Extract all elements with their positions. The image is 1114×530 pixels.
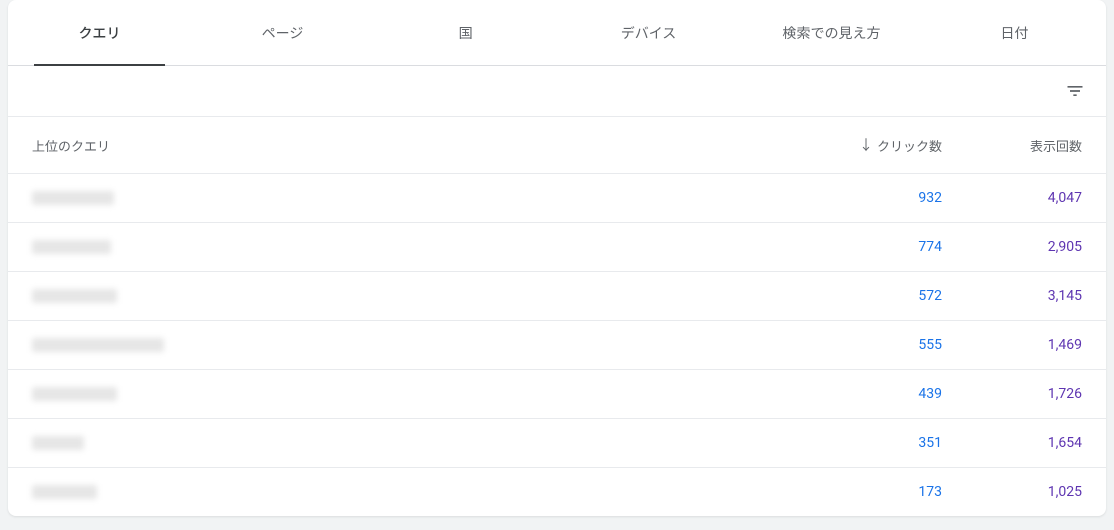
cell-query <box>32 338 802 352</box>
header-clicks[interactable]: ↓ クリック数 <box>802 135 942 155</box>
table-body: 9324,0477742,9055723,1455551,4694391,726… <box>8 174 1106 516</box>
cell-query <box>32 191 802 205</box>
cell-impressions: 4,047 <box>942 190 1082 206</box>
table-row[interactable]: 1731,025 <box>8 468 1106 516</box>
redacted-query <box>32 387 117 401</box>
cell-clicks: 351 <box>802 435 942 451</box>
header-clicks-label: クリック数 <box>877 136 942 155</box>
tab-device[interactable]: デバイス <box>557 0 740 65</box>
table-toolbar <box>8 66 1106 117</box>
table-header: 上位のクエリ ↓ クリック数 表示回数 <box>8 117 1106 174</box>
cell-query <box>32 485 802 499</box>
redacted-query <box>32 191 114 205</box>
cell-query <box>32 436 802 450</box>
sort-arrow-down-icon: ↓ <box>859 135 873 155</box>
cell-impressions: 1,469 <box>942 337 1082 353</box>
cell-impressions: 1,654 <box>942 435 1082 451</box>
table-row[interactable]: 3511,654 <box>8 419 1106 468</box>
cell-query <box>32 387 802 401</box>
cell-clicks: 932 <box>802 190 942 206</box>
tab-query[interactable]: クエリ <box>8 0 191 65</box>
table-row[interactable]: 5723,145 <box>8 272 1106 321</box>
cell-impressions: 3,145 <box>942 288 1082 304</box>
tab-date[interactable]: 日付 <box>923 0 1106 65</box>
cell-clicks: 439 <box>802 386 942 402</box>
dimension-tabs: クエリ ページ 国 デバイス 検索での見え方 日付 <box>8 0 1106 66</box>
cell-clicks: 572 <box>802 288 942 304</box>
header-query[interactable]: 上位のクエリ <box>32 136 802 155</box>
tab-country[interactable]: 国 <box>374 0 557 65</box>
redacted-query <box>32 436 84 450</box>
table-row[interactable]: 4391,726 <box>8 370 1106 419</box>
cell-impressions: 2,905 <box>942 239 1082 255</box>
redacted-query <box>32 240 111 254</box>
tab-page[interactable]: ページ <box>191 0 374 65</box>
cell-impressions: 1,726 <box>942 386 1082 402</box>
redacted-query <box>32 338 164 352</box>
cell-impressions: 1,025 <box>942 484 1082 500</box>
cell-query <box>32 240 802 254</box>
cell-clicks: 774 <box>802 239 942 255</box>
cell-query <box>32 289 802 303</box>
redacted-query <box>32 289 117 303</box>
table-row[interactable]: 7742,905 <box>8 223 1106 272</box>
cell-clicks: 173 <box>802 484 942 500</box>
cell-clicks: 555 <box>802 337 942 353</box>
header-impressions[interactable]: 表示回数 <box>942 136 1082 155</box>
filter-icon[interactable] <box>1064 80 1086 102</box>
performance-card: クエリ ページ 国 デバイス 検索での見え方 日付 上位のクエリ ↓ クリック数… <box>8 0 1106 516</box>
redacted-query <box>32 485 97 499</box>
table-row[interactable]: 9324,047 <box>8 174 1106 223</box>
table-row[interactable]: 5551,469 <box>8 321 1106 370</box>
tab-search-appearance[interactable]: 検索での見え方 <box>740 0 923 65</box>
